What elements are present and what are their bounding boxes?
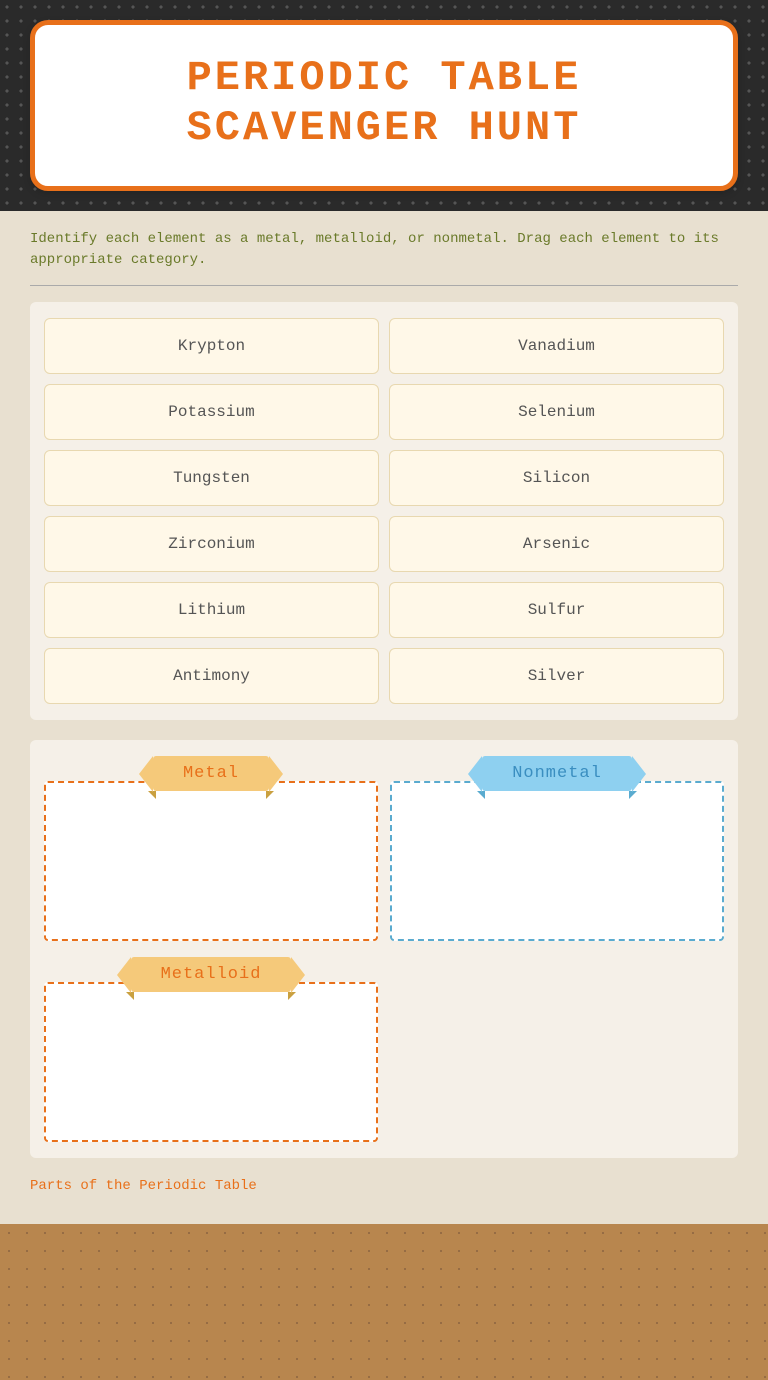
element-krypton[interactable]: Krypton bbox=[44, 318, 379, 374]
header-section: PERIODIC TABLE SCAVENGER HUNT bbox=[0, 0, 768, 211]
nonmetal-zone-wrapper: Nonmetal bbox=[390, 756, 724, 941]
main-content: Identify each element as a metal, metall… bbox=[0, 211, 768, 1224]
element-selenium[interactable]: Selenium bbox=[389, 384, 724, 440]
element-silicon[interactable]: Silicon bbox=[389, 450, 724, 506]
nonmetal-banner-inner: Nonmetal bbox=[482, 756, 632, 791]
nonmetal-label: Nonmetal bbox=[512, 764, 602, 783]
metal-banner-inner: Metal bbox=[153, 756, 269, 791]
metal-fold-right bbox=[266, 791, 274, 799]
element-silver[interactable]: Silver bbox=[389, 648, 724, 704]
metalloid-fold-right bbox=[288, 992, 296, 1000]
metal-label: Metal bbox=[183, 764, 239, 783]
drop-zones-top-row: Metal Nonmetal bbox=[44, 756, 724, 941]
metalloid-banner-label: Metalloid bbox=[44, 957, 378, 992]
nonmetal-banner-bg: Nonmetal bbox=[482, 756, 632, 791]
element-arsenic[interactable]: Arsenic bbox=[389, 516, 724, 572]
metalloid-drop-zone[interactable] bbox=[44, 982, 378, 1142]
element-potassium[interactable]: Potassium bbox=[44, 384, 379, 440]
nonmetal-banner-label: Nonmetal bbox=[390, 756, 724, 791]
metal-fold-left bbox=[148, 791, 156, 799]
page-title: PERIODIC TABLE SCAVENGER HUNT bbox=[55, 53, 713, 154]
element-antimony[interactable]: Antimony bbox=[44, 648, 379, 704]
metalloid-banner-bg: Metalloid bbox=[131, 957, 292, 992]
element-vanadium[interactable]: Vanadium bbox=[389, 318, 724, 374]
element-tungsten[interactable]: Tungsten bbox=[44, 450, 379, 506]
empty-bottom-right bbox=[390, 957, 724, 1142]
metal-drop-zone[interactable] bbox=[44, 781, 378, 941]
element-zirconium[interactable]: Zirconium bbox=[44, 516, 379, 572]
nonmetal-drop-zone[interactable] bbox=[390, 781, 724, 941]
metal-banner-bg: Metal bbox=[153, 756, 269, 791]
metalloid-label: Metalloid bbox=[161, 965, 262, 984]
metalloid-fold-left bbox=[126, 992, 134, 1000]
element-sulfur[interactable]: Sulfur bbox=[389, 582, 724, 638]
element-lithium[interactable]: Lithium bbox=[44, 582, 379, 638]
instruction-text: Identify each element as a metal, metall… bbox=[30, 229, 738, 271]
metalloid-banner-inner: Metalloid bbox=[131, 957, 292, 992]
title-box: PERIODIC TABLE SCAVENGER HUNT bbox=[30, 20, 738, 191]
metal-banner-label: Metal bbox=[44, 756, 378, 791]
nonmetal-fold-right bbox=[629, 791, 637, 799]
divider bbox=[30, 285, 738, 286]
drop-zones-container: Metal Nonmetal bbox=[30, 740, 738, 1158]
drop-zones-bottom-row: Metalloid bbox=[44, 957, 724, 1142]
footer-text: Parts of the Periodic Table bbox=[30, 1178, 738, 1194]
nonmetal-fold-left bbox=[477, 791, 485, 799]
metalloid-zone-wrapper: Metalloid bbox=[44, 957, 378, 1142]
elements-grid: Krypton Vanadium Potassium Selenium Tung… bbox=[30, 302, 738, 720]
metal-zone-wrapper: Metal bbox=[44, 756, 378, 941]
